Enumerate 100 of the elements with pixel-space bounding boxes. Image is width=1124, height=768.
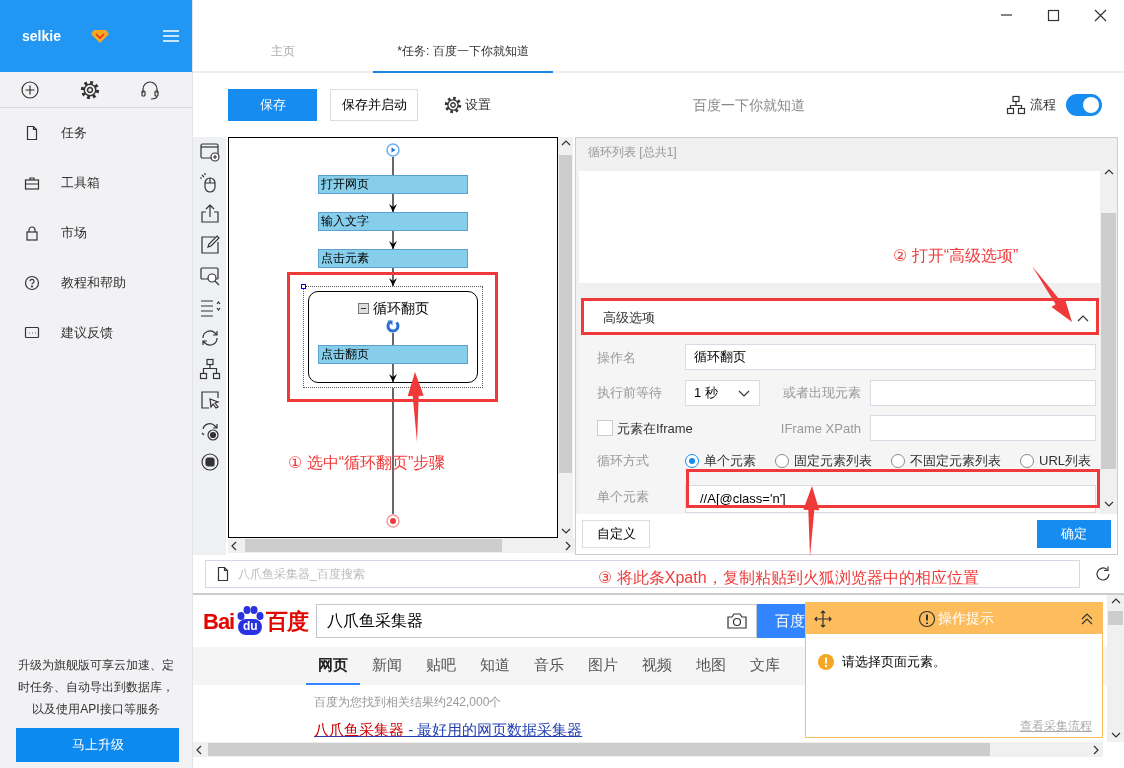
input-field[interactable]: [870, 379, 1096, 406]
nav-tab[interactable]: 贴吧: [414, 647, 468, 685]
loop-block[interactable]: 循环翻页 点击翻页: [308, 291, 478, 383]
sidebar-item[interactable]: 教程和帮助: [0, 258, 192, 308]
field-label: 操作名: [597, 348, 637, 367]
zoom-icon[interactable]: [198, 265, 221, 287]
loop-icon: [386, 319, 400, 333]
add-icon[interactable]: [20, 79, 40, 100]
refresh-icon[interactable]: [1094, 565, 1112, 583]
settings-icon[interactable]: [80, 79, 100, 100]
file-icon: [24, 125, 40, 141]
nav-tab[interactable]: 知道: [468, 647, 522, 685]
upload-icon[interactable]: [198, 203, 221, 225]
lock-icon: [24, 225, 40, 241]
diamond-icon: [90, 28, 109, 44]
radio-button[interactable]: [1020, 453, 1034, 468]
logo-text: Bai: [203, 607, 235, 636]
radio-label: 单个元素: [704, 451, 756, 470]
search-field[interactable]: 八爪鱼采集器: [316, 604, 757, 638]
stop-icon[interactable]: [198, 451, 221, 473]
advanced-options-header[interactable]: 高级选项: [581, 301, 1100, 334]
scroll-thumb[interactable]: [559, 155, 572, 473]
sidebar-item[interactable]: 建议反馈: [0, 308, 192, 358]
tab[interactable]: *任务: 百度一下你就知道: [373, 30, 553, 73]
loop-title: 循环翻页: [372, 299, 429, 318]
flow-step[interactable]: 点击翻页: [318, 345, 468, 364]
nav-tab[interactable]: 新闻: [360, 647, 414, 685]
radio-label: URL列表: [1039, 451, 1091, 470]
start-icon[interactable]: [386, 143, 400, 157]
annotation-text: ③ 将此条Xpath，复制粘贴到火狐浏览器中的相应位置: [598, 568, 979, 588]
cursor-icon[interactable]: [198, 389, 221, 411]
sidebar-item[interactable]: 工具箱: [0, 158, 192, 208]
annotation-text: ② 打开“高级选项”: [893, 246, 1019, 266]
flow-arrow: [388, 194, 398, 212]
radio-label: 固定元素列表: [794, 451, 872, 470]
close-icon[interactable]: [1094, 8, 1107, 22]
nav-tab[interactable]: 视频: [630, 647, 684, 685]
nav-tab[interactable]: 文库: [738, 647, 792, 685]
hierarchy-icon[interactable]: [198, 358, 221, 380]
flow-arrow: [388, 268, 398, 286]
scrollbar[interactable]: [228, 538, 575, 553]
field-label: 执行前等待: [597, 384, 663, 402]
scrollbar[interactable]: [1107, 595, 1124, 742]
input-field[interactable]: [870, 415, 1096, 442]
nav-tab[interactable]: 地图: [684, 647, 738, 685]
headset-icon[interactable]: [140, 79, 160, 100]
maximize-icon[interactable]: [1047, 8, 1060, 22]
nav-tab[interactable]: 音乐: [522, 647, 576, 685]
radio-button[interactable]: [775, 453, 789, 468]
flow-arrow: [388, 364, 398, 382]
alert-icon: [918, 609, 936, 628]
end-icon[interactable]: [386, 514, 400, 528]
flow-arrow: [388, 231, 398, 249]
tip-title: 操作提示: [938, 609, 994, 628]
scroll-thumb[interactable]: [1101, 213, 1116, 469]
promo-text: 升级为旗舰版可享云加速、定时任务、自动导出到数据库，以及使用API接口等服务: [17, 657, 175, 718]
logo-text: du: [238, 619, 263, 635]
radio-button[interactable]: [685, 453, 699, 468]
page-icon: [216, 566, 230, 582]
user-name: selkie: [22, 26, 61, 46]
save-and-start-button[interactable]: 保存并启动: [330, 89, 418, 121]
checkbox[interactable]: [597, 420, 613, 437]
scroll-thumb[interactable]: [245, 539, 502, 552]
chat-icon: [24, 325, 40, 341]
scroll-thumb[interactable]: [208, 743, 990, 756]
radio-button[interactable]: [891, 453, 905, 468]
radio-label: 不固定元素列表: [910, 451, 1001, 470]
nav-tab[interactable]: 网页: [306, 647, 360, 685]
field-label: IFrame XPath: [779, 419, 862, 438]
sidebar-item[interactable]: 市场: [0, 208, 192, 258]
collapse-toggle[interactable]: [357, 303, 369, 314]
scrollbar[interactable]: [558, 137, 573, 538]
settings-button[interactable]: 设置: [444, 95, 491, 115]
warning-icon: [818, 653, 834, 670]
input-field[interactable]: 循环翻页: [685, 344, 1096, 371]
camera-icon[interactable]: [726, 612, 748, 630]
flow-step[interactable]: 点击元素: [318, 249, 468, 268]
result-link[interactable]: 八爪鱼采集器 - 最好用的网页数据采集器: [314, 719, 583, 742]
scroll-thumb[interactable]: [1108, 611, 1123, 625]
toggle-switch[interactable]: [1066, 94, 1102, 116]
custom-button[interactable]: 自定义: [582, 520, 650, 548]
window-plus-icon[interactable]: [198, 141, 221, 163]
scrollbar[interactable]: [193, 742, 1103, 757]
sidebar-item[interactable]: 任务: [0, 108, 192, 158]
move-icon[interactable]: [814, 609, 832, 628]
flow-step[interactable]: 打开网页: [318, 175, 468, 194]
tip-message: 请选择页面元素。: [842, 653, 946, 671]
field-label: 循环方式: [597, 451, 650, 470]
edit-icon[interactable]: [198, 234, 221, 256]
input-field[interactable]: //A[@class='n']: [685, 484, 1096, 513]
hierarchy-icon: [1006, 95, 1026, 115]
list-title: 循环列表 [总共1]: [587, 144, 678, 161]
collapse-icon[interactable]: [1080, 611, 1094, 626]
upgrade-button[interactable]: 马上升级: [16, 728, 179, 762]
resize-handle[interactable]: [301, 284, 306, 289]
checkbox-label: 元素在Iframe: [617, 419, 693, 438]
wait-select[interactable]: 1 秒: [685, 379, 760, 406]
flow-step[interactable]: 输入文字: [318, 212, 468, 231]
nav-tab[interactable]: 图片: [576, 647, 630, 685]
task-title: 百度一下你就知道: [691, 95, 806, 115]
